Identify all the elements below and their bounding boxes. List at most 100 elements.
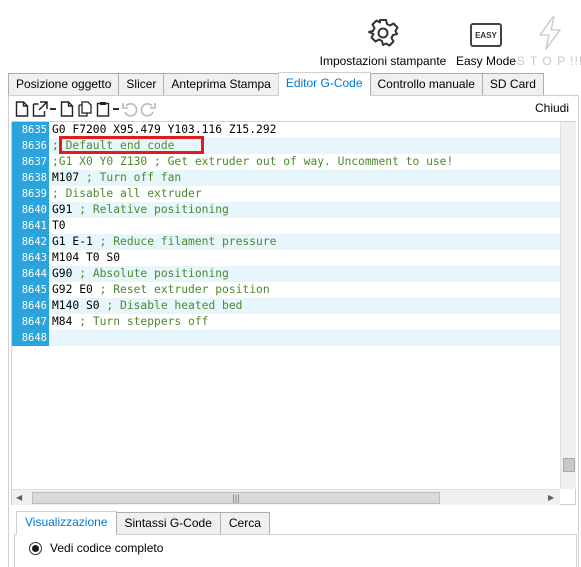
easy-mode-icon: EASY <box>470 16 502 50</box>
code-line: 8636 ; Default end code <box>12 138 561 154</box>
close-editor-button[interactable]: Chiudi <box>535 101 569 115</box>
paste-icon[interactable] <box>95 100 111 118</box>
vertical-scroll-thumb[interactable] <box>563 458 575 472</box>
code-text: G92 E0 ; Reset extruder position <box>52 282 270 298</box>
stop-button[interactable]: S T O P !!! <box>516 16 581 68</box>
code-line: 8645 G92 E0 ; Reset extruder position <box>12 282 561 298</box>
copy-icon[interactable] <box>77 100 93 118</box>
printer-settings-label: Impostazioni stampante <box>319 54 447 68</box>
code-line: 8640 G91 ; Relative positioning <box>12 202 561 218</box>
line-number: 8636 <box>12 138 49 154</box>
printer-settings-button[interactable]: Impostazioni stampante <box>318 16 448 68</box>
line-number: 8635 <box>12 122 49 138</box>
code-comment: ; Default end code <box>52 139 175 152</box>
tab-slicer[interactable]: Slicer <box>118 73 165 95</box>
code-comment: ;G1 X0 Y0 Z130 ; Get extruder out of way… <box>52 155 454 168</box>
code-comment: ; Disable all extruder <box>52 187 202 200</box>
code-text: G90 ; Absolute positioning <box>52 266 229 282</box>
lightning-icon <box>537 16 563 50</box>
vertical-scrollbar[interactable] <box>560 122 576 489</box>
code-comment: ; Relative positioning <box>79 203 229 216</box>
top-toolbar: Impostazioni stampante EASY Easy Mode S … <box>0 0 581 72</box>
line-number: 8640 <box>12 202 49 218</box>
code-comment: ; Reduce filament pressure <box>99 235 277 248</box>
editor-toolbar <box>14 99 158 119</box>
tab-sd-card[interactable]: SD Card <box>481 73 544 95</box>
code-command: G91 <box>52 203 80 216</box>
code-text: ; Disable all extruder <box>52 186 202 202</box>
line-number: 8648 <box>12 330 49 346</box>
export-icon[interactable] <box>32 100 48 118</box>
code-text: M104 T0 S0 <box>52 250 120 266</box>
easy-mode-button[interactable]: EASY Easy Mode <box>455 16 517 68</box>
code-comment: ; Disable heated bed <box>106 299 243 312</box>
toolbar-separator <box>113 108 119 110</box>
tab-search[interactable]: Cerca <box>219 512 270 534</box>
code-text: G1 E-1 ; Reduce filament pressure <box>52 234 276 250</box>
code-line: 8641 T0 <box>12 218 561 234</box>
code-line: 8638 M107 ; Turn off fan <box>12 170 561 186</box>
tab-print-preview[interactable]: Anteprima Stampa <box>163 73 279 95</box>
code-command: M104 T0 S0 <box>52 251 121 264</box>
code-command: M84 <box>52 315 80 328</box>
code-text: ;G1 X0 Y0 Z130 ; Get extruder out of way… <box>52 154 453 170</box>
code-command: G90 <box>52 267 80 280</box>
line-number: 8638 <box>12 170 49 186</box>
line-number: 8642 <box>12 234 49 250</box>
code-command: G92 E0 <box>52 283 100 296</box>
line-number: 8644 <box>12 266 49 282</box>
radio-selected-dot <box>32 544 39 552</box>
code-command: M107 <box>52 171 87 184</box>
main-tabs: Posizione oggetto Slicer Anteprima Stamp… <box>8 72 544 96</box>
line-number: 8645 <box>12 282 49 298</box>
view-full-code-label: Vedi codice completo <box>50 541 164 555</box>
code-line: 8648 <box>12 330 561 346</box>
code-text: M140 S0 ; Disable heated bed <box>52 298 242 314</box>
code-line: 8646 M140 S0 ; Disable heated bed <box>12 298 561 314</box>
code-command: T0 <box>52 219 66 232</box>
code-command: G1 E-1 <box>52 235 100 248</box>
code-line: 8647 M84 ; Turn steppers off <box>12 314 561 330</box>
tab-manual-control[interactable]: Controllo manuale <box>369 73 483 95</box>
code-line: 8637 ;G1 X0 Y0 Z130 ; Get extruder out o… <box>12 154 561 170</box>
line-number: 8641 <box>12 218 49 234</box>
tab-gcode-syntax[interactable]: Sintassi G-Code <box>115 512 221 534</box>
new-file-icon[interactable] <box>14 100 30 118</box>
gcode-editor[interactable]: 8635 G0 F7200 X95.479 Y103.116 Z15.292 8… <box>11 121 576 505</box>
code-comment: ; Turn steppers off <box>79 315 209 328</box>
undo-icon[interactable] <box>122 100 138 118</box>
tab-gcode-editor[interactable]: Editor G-Code <box>277 72 371 96</box>
horizontal-scroll-thumb[interactable]: ||| <box>32 492 440 504</box>
line-number: 8646 <box>12 298 49 314</box>
line-number: 8647 <box>12 314 49 330</box>
file-icon[interactable] <box>59 100 75 118</box>
line-number: 8639 <box>12 186 49 202</box>
code-line: 8644 G90 ; Absolute positioning <box>12 266 561 282</box>
code-comment: ; Turn off fan <box>86 171 182 184</box>
code-text: ; Default end code <box>52 138 174 154</box>
scroll-left-icon[interactable]: ◀ <box>16 493 22 502</box>
toolbar-separator <box>50 108 56 110</box>
gear-icon <box>367 16 399 50</box>
scroll-right-icon[interactable]: ▶ <box>548 493 554 502</box>
code-text: G0 F7200 X95.479 Y103.116 Z15.292 <box>52 122 276 138</box>
line-number: 8643 <box>12 250 49 266</box>
easy-badge: EASY <box>470 23 502 47</box>
code-line: 8639 ; Disable all extruder <box>12 186 561 202</box>
view-full-code-option[interactable]: Vedi codice completo <box>29 541 163 555</box>
code-command: G0 F7200 X95.479 Y103.116 Z15.292 <box>52 123 277 136</box>
redo-icon[interactable] <box>140 100 156 118</box>
code-text: T0 <box>52 218 66 234</box>
code-comment: ; Absolute positioning <box>79 267 229 280</box>
line-number: 8637 <box>12 154 49 170</box>
stop-label: S T O P !!! <box>516 54 581 68</box>
horizontal-scrollbar[interactable]: ◀ ||| ▶ <box>12 489 560 505</box>
code-line: 8643 M104 T0 S0 <box>12 250 561 266</box>
tab-object-position[interactable]: Posizione oggetto <box>8 73 120 95</box>
view-full-code-radio[interactable] <box>29 541 42 555</box>
code-text: M84 ; Turn steppers off <box>52 314 208 330</box>
easy-mode-label: Easy Mode <box>455 54 517 68</box>
tab-view[interactable]: Visualizzazione <box>16 511 117 535</box>
code-command: M140 S0 <box>52 299 107 312</box>
code-text: G91 ; Relative positioning <box>52 202 229 218</box>
